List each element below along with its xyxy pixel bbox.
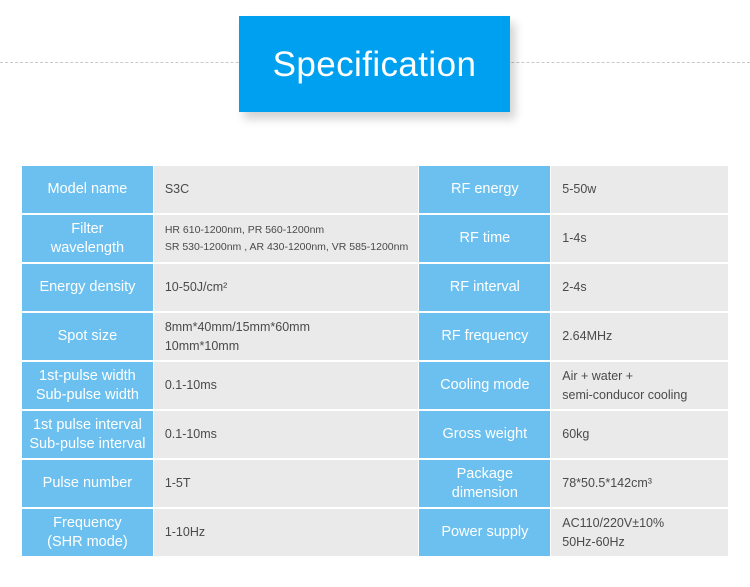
row-value-right: 2-4s bbox=[551, 264, 728, 311]
row-value-left: 0.1-10ms bbox=[153, 411, 419, 458]
row-label-left: Frequency (SHR mode) bbox=[22, 509, 153, 556]
row-value-right: 1-4s bbox=[551, 215, 728, 262]
table-row: Frequency (SHR mode) 1-10Hz Power supply AC1… bbox=[22, 509, 728, 556]
table-row: Pulse number 1-5T Package dimension 78*50.5*… bbox=[22, 460, 728, 507]
table-row: 1st-pulse width Sub-pulse width 0.1-10ms Co… bbox=[22, 362, 728, 409]
row-label-right: RF frequency bbox=[419, 313, 551, 360]
row-value-right: 60kg bbox=[551, 411, 728, 458]
row-value-left: 8mm*40mm/15mm*60mm 10mm*10mm bbox=[153, 313, 419, 360]
table-row: Spot size 8mm*40mm/15mm*60mm 10mm*10mm RF f… bbox=[22, 313, 728, 360]
row-label-right: RF time bbox=[419, 215, 551, 262]
specification-banner: Specification bbox=[239, 16, 510, 112]
row-value-right: AC110/220V±10% 50Hz-60Hz bbox=[551, 509, 728, 556]
row-label-left: Energy density bbox=[22, 264, 153, 311]
row-label-right: Package dimension bbox=[419, 460, 551, 507]
row-label-left: Filter wavelength bbox=[22, 215, 153, 262]
table-row: Filter wavelength HR 610-1200nm, PR 560-12… bbox=[22, 215, 728, 262]
row-value-left: S3C bbox=[153, 166, 419, 213]
row-label-left: Spot size bbox=[22, 313, 153, 360]
row-label-right: RF energy bbox=[419, 166, 551, 213]
row-value-right: Air + water + semi-conducor cooling bbox=[551, 362, 728, 409]
row-label-right: Power supply bbox=[419, 509, 551, 556]
specification-table: Model name S3C RF energy 5-50w Filter wavelen… bbox=[22, 166, 728, 556]
table-row: Energy density 10-50J/cm² RF interval 2-4s bbox=[22, 264, 728, 311]
row-value-right: 5-50w bbox=[551, 166, 728, 213]
page-title: Specification bbox=[272, 44, 477, 84]
row-label-right: Gross weight bbox=[419, 411, 551, 458]
row-label-left: 1st pulse interval Sub-pulse interval bbox=[22, 411, 153, 458]
row-value-left: 0.1-10ms bbox=[153, 362, 419, 409]
row-label-right: RF interval bbox=[419, 264, 551, 311]
table-row: Model name S3C RF energy 5-50w bbox=[22, 166, 728, 213]
row-label-right: Cooling mode bbox=[419, 362, 551, 409]
row-label-left: 1st-pulse width Sub-pulse width bbox=[22, 362, 153, 409]
row-value-left: 1-10Hz bbox=[153, 509, 419, 556]
row-label-left: Model name bbox=[22, 166, 153, 213]
row-value-left: 10-50J/cm² bbox=[153, 264, 419, 311]
row-value-right: 78*50.5*142cm³ bbox=[551, 460, 728, 507]
row-value-left: 1-5T bbox=[153, 460, 419, 507]
row-label-left: Pulse number bbox=[22, 460, 153, 507]
table-row: 1st pulse interval Sub-pulse interval 0.1-… bbox=[22, 411, 728, 458]
row-value-left: HR 610-1200nm, PR 560-1200nm SR 530-1200n… bbox=[153, 215, 419, 262]
row-value-right: 2.64MHz bbox=[551, 313, 728, 360]
